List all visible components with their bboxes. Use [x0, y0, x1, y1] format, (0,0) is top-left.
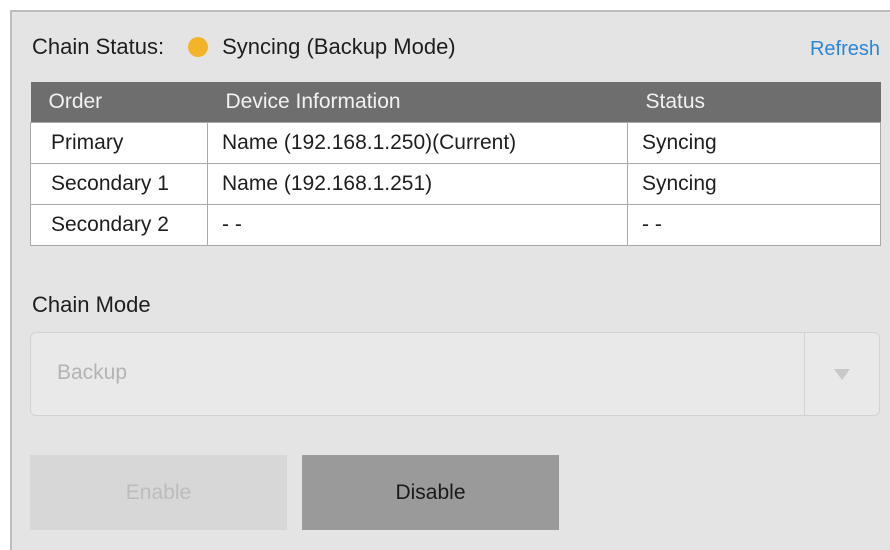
- table-header-row: Order Device Information Status: [30, 82, 881, 123]
- status-cell: Syncing: [627, 122, 881, 164]
- chain-status-label: Chain Status:: [32, 34, 165, 59]
- chain-mode-label: Chain Mode: [32, 292, 151, 317]
- order-cell: Secondary 2: [30, 204, 208, 246]
- chain-status-row: Chain Status: Syncing (Backup Mode): [32, 30, 456, 64]
- table-row: Secondary 2 - - - -: [30, 204, 881, 246]
- column-header-status: Status: [627, 82, 881, 123]
- chain-table: Order Device Information Status Primary …: [30, 82, 881, 246]
- device-info-cell: Name (192.168.1.250)(Current): [207, 122, 628, 164]
- chain-mode-select: Backup: [30, 332, 880, 416]
- chain-mode-value: Backup: [57, 361, 128, 384]
- status-cell: Syncing: [627, 163, 881, 205]
- device-info-cell: - -: [207, 204, 628, 246]
- device-info-cell: Name (192.168.1.251): [207, 163, 628, 205]
- table-row: Primary Name (192.168.1.250)(Current) Sy…: [30, 122, 881, 164]
- chevron-down-icon: [834, 368, 850, 380]
- table-row: Secondary 1 Name (192.168.1.251) Syncing: [30, 163, 881, 205]
- column-header-device: Device Information: [207, 82, 628, 123]
- order-cell: Secondary 1: [30, 163, 208, 205]
- status-dot-icon: [188, 37, 209, 57]
- column-header-order: Order: [30, 82, 208, 123]
- status-cell: - -: [627, 204, 881, 246]
- order-cell: Primary: [30, 122, 208, 164]
- dropdown-toggle: [804, 333, 879, 415]
- disable-button[interactable]: Disable: [302, 455, 559, 530]
- chain-settings-panel: Chain Status: Syncing (Backup Mode) Refr…: [10, 10, 890, 550]
- refresh-link[interactable]: Refresh: [810, 38, 880, 61]
- enable-button: Enable: [30, 455, 287, 530]
- chain-status-value: Syncing (Backup Mode): [222, 34, 456, 59]
